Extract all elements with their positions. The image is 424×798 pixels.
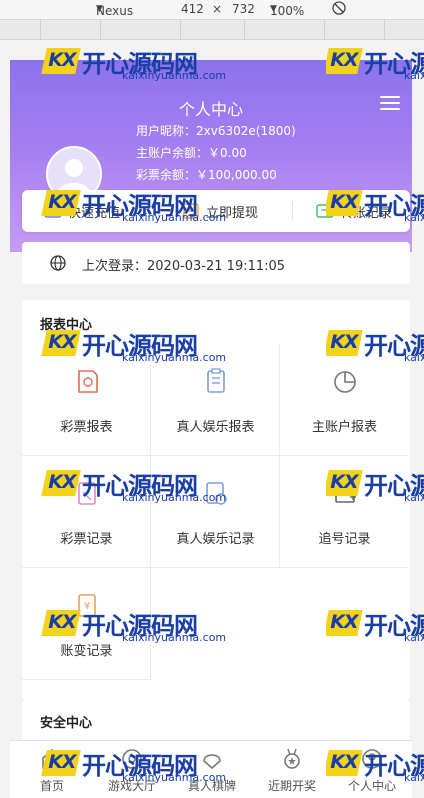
withdraw-button[interactable]: 立即提现 [182,190,258,232]
game-hall-icon [122,749,142,769]
section-title: 报表中心 [40,318,93,333]
lottery-report-item[interactable]: 彩票报表 [22,344,151,456]
quick-deposit-label: 快速充值 [68,205,121,221]
live-casino-record-icon [206,482,227,505]
lottery-record-icon [78,482,96,505]
section-title: 安全中心 [40,716,93,731]
lottery-balance: 彩票余额：￥100,000.00 [136,168,277,182]
chase-number-icon [335,485,356,503]
menu-icon[interactable] [380,96,400,112]
page-title: 个人中心 [178,100,243,119]
chevron-down-icon: ▼ [270,4,277,14]
withdraw-icon [183,203,199,219]
nickname: 用户昵称：2xv6302e(1800) [136,124,296,138]
report-item-label: 彩票报表 [60,420,113,435]
chevron-down-icon: ▼ [96,4,103,14]
devtools-toolbar: Nexus 6P ▼ 412 × 732 100% ▼ [0,0,424,32]
tab-label: 游戏大厅 [107,779,156,793]
tab-game-hall[interactable]: 游戏大厅 [92,741,172,798]
chase-number-record-item[interactable]: 追号记录 [280,456,409,568]
bottom-tabbar: 首页 游戏大厅 真人棋牌 近期开奖 个人中心 [10,740,412,798]
account-change-icon: ¥ [78,594,96,617]
width-input[interactable]: 412 [181,2,204,16]
main-balance: 主账户余额：￥0.00 [136,146,247,160]
media-query-ruler [0,20,424,40]
height-input[interactable]: 732 [232,2,255,16]
home-icon [42,748,62,769]
recent-draw-icon [284,748,300,769]
tab-home[interactable]: 首页 [12,741,92,798]
tab-label: 真人棋牌 [187,779,236,793]
transfer-record-button[interactable]: 转账记录 [316,190,392,232]
tab-label: 首页 [39,779,64,793]
live-casino-record-item[interactable]: 真人娱乐记录 [151,456,280,568]
live-casino-report-item[interactable]: 真人娱乐报表 [151,344,280,456]
action-bar: 快速充值 立即提现 转账记录 [22,190,410,232]
lottery-report-icon [78,370,98,393]
divider [158,202,159,220]
tab-live-cards[interactable]: 真人棋牌 [172,741,252,798]
report-item-label: 主账户报表 [311,420,377,435]
profile-icon [362,749,382,769]
quick-deposit-button[interactable]: 快速充值 [44,190,120,232]
phone-viewport: 个人中心 用户昵称：2xv6302e(1800) 主账户余额：￥0.00 彩票余… [10,40,412,798]
tab-recent-draw[interactable]: 近期开奖 [252,741,332,798]
withdraw-label: 立即提现 [206,205,259,221]
report-item-label: 彩票记录 [60,532,113,547]
rotate-icon[interactable] [332,1,346,18]
main-account-report-item[interactable]: 主账户报表 [280,344,409,456]
main-account-report-icon [334,371,356,393]
report-item-label: 真人娱乐报表 [176,420,255,435]
times-symbol: × [212,2,223,16]
transfer-record-label: 转账记录 [340,205,393,221]
report-item-label: 追号记录 [318,532,371,547]
account-change-record-item[interactable]: ¥ 账变记录 [22,568,151,680]
report-center: 报表中心 彩票报表 真人娱乐报表 主账户报表 彩票记录 真人娱乐记录 追号记录 … [22,300,410,700]
live-cards-icon [203,754,221,770]
tab-label: 近期开奖 [267,779,316,793]
quick-deposit-icon [44,204,62,218]
lottery-record-item[interactable]: 彩票记录 [22,456,151,568]
live-casino-report-icon [207,368,225,393]
svg-text:¥: ¥ [84,601,90,612]
globe-icon [50,255,66,271]
report-item-label: 真人娱乐记录 [176,532,255,547]
tab-profile[interactable]: 个人中心 [332,741,412,798]
last-login-bar: 上次登录：2020-03-21 19:11:05 [22,242,410,284]
divider [292,202,293,220]
last-login-text: 上次登录：2020-03-21 19:11:05 [82,259,286,274]
tab-label: 个人中心 [347,779,396,793]
transfer-icon [316,204,334,218]
report-item-label: 账变记录 [60,644,113,659]
